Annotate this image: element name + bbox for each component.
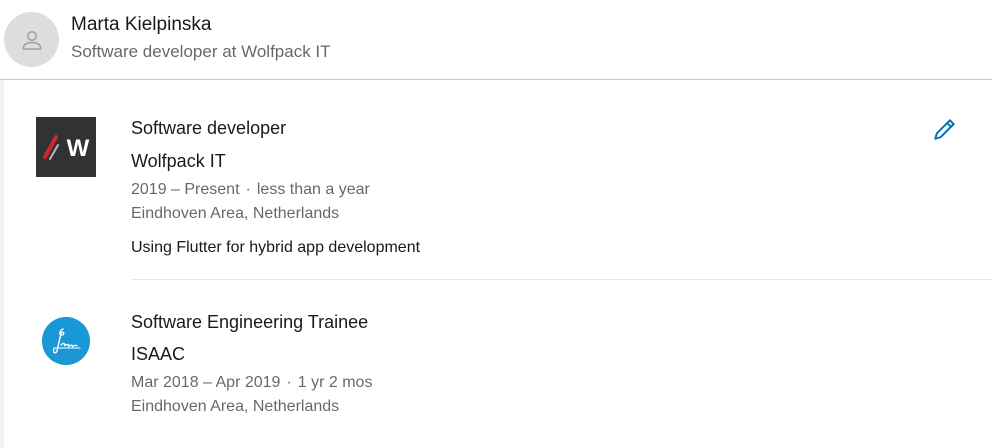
pencil-icon [934,119,955,140]
experience-location: Eindhoven Area, Netherlands [131,205,340,222]
profile-header: Marta Kielpinska Software developer at W… [0,0,992,80]
person-icon [22,30,41,50]
experience-company: ISAAC [131,344,186,364]
experience-section: W Software developer Wolfpack IT 2019 – … [0,80,992,448]
experience-item: Software Engineering Trainee ISAAC Mar 2… [4,280,992,448]
experience-title[interactable]: Software Engineering Trainee [131,312,368,333]
profile-name[interactable]: Marta Kielpinska [71,14,211,36]
wolfpack-logo-text: W [67,135,90,162]
profile-headline: Software developer at Wolfpack IT [71,42,331,61]
edit-experience-button[interactable] [929,113,961,145]
avatar[interactable] [4,12,59,67]
date-range: 2019 – Present [131,181,240,198]
duration: less than a year [256,181,370,198]
experience-dates: 2019 – Present · less than a year [131,181,370,199]
separator: · [286,374,292,391]
duration: 1 yr 2 mos [297,374,373,391]
separator: · [245,181,251,198]
experience-title[interactable]: Software developer [131,118,286,139]
experience-description: Using Flutter for hybrid app development [131,239,421,256]
experience-panel: W Software developer Wolfpack IT 2019 – … [4,80,992,448]
experience-dates: Mar 2018 – Apr 2019 · 1 yr 2 mos [131,374,372,392]
experience-location: Eindhoven Area, Netherlands [131,398,340,415]
date-range: Mar 2018 – Apr 2019 [131,374,281,391]
experience-company: Wolfpack IT [131,151,226,171]
experience-item: W Software developer Wolfpack IT 2019 – … [4,80,992,279]
wolfpack-logo-icon[interactable]: W [36,117,96,177]
isaac-logo-icon[interactable] [42,317,90,365]
